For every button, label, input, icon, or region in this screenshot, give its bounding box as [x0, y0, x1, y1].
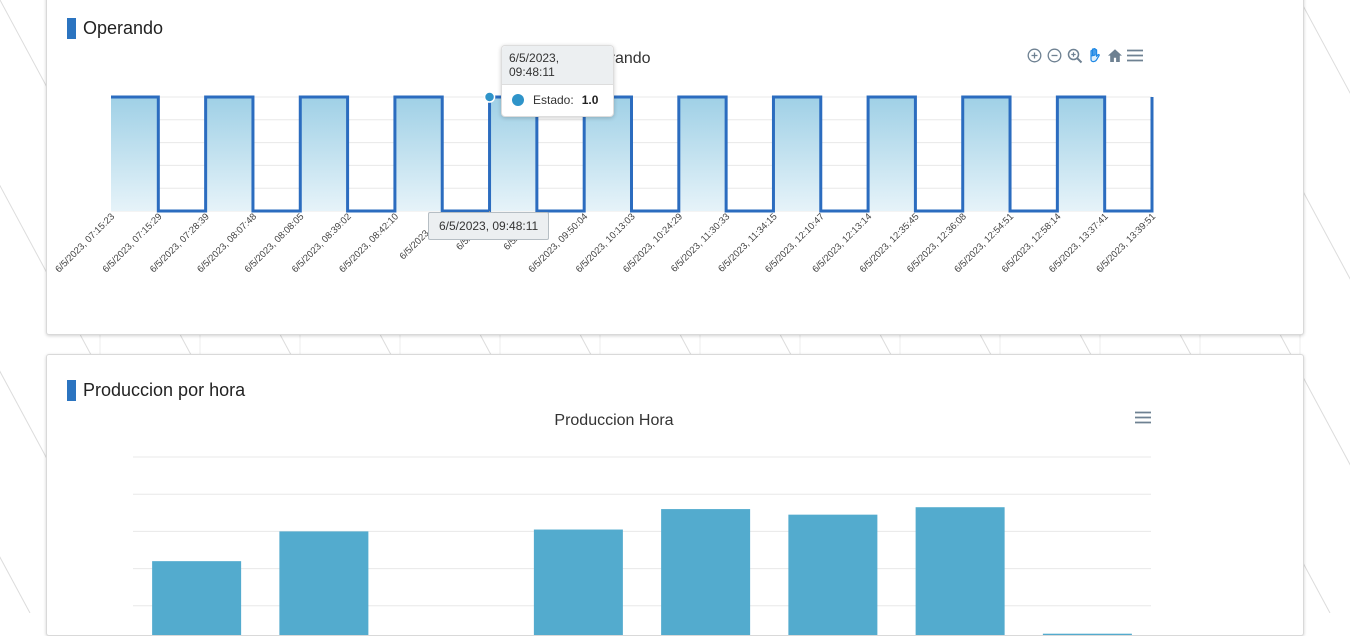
tooltip-value: 1.0 — [581, 93, 599, 107]
menu-icon[interactable] — [1134, 409, 1151, 426]
bar-mark — [152, 561, 242, 635]
data-tooltip: 6/5/2023, 09:48:11 Estado: 1.0 — [501, 45, 614, 117]
bar-mark — [661, 509, 751, 635]
bar-mark — [533, 529, 623, 635]
hover-point-marker — [483, 91, 496, 103]
produccion-card: Produccion por hora Produccion Hora — [46, 354, 1304, 636]
reset-home-icon[interactable] — [1106, 47, 1123, 64]
produccion-chart[interactable]: Produccion Hora — [47, 355, 1303, 635]
tooltip-row: Estado: 1.0 — [502, 85, 613, 116]
operando-card: Operando Operando 6/5/2023, 07:15:23 6/5/2… — [46, 0, 1304, 335]
chart-toolbar — [1026, 47, 1143, 64]
chart-toolbar-2 — [1134, 409, 1151, 426]
pan-hand-icon[interactable] — [1086, 47, 1103, 64]
tooltip-series-label: Estado: — [533, 93, 574, 107]
bar-mark — [915, 507, 1005, 635]
zoom-out-icon[interactable] — [1046, 47, 1063, 64]
series-marker-icon — [512, 94, 524, 106]
menu-icon[interactable] — [1126, 47, 1143, 64]
zoom-in-icon[interactable] — [1026, 47, 1043, 64]
bar-mark — [279, 531, 369, 635]
produccion-chart-title: Produccion Hora — [554, 412, 673, 429]
x-axis-tooltip: 6/5/2023, 09:48:11 — [428, 212, 550, 240]
bar-mark — [1042, 633, 1132, 635]
selection-zoom-icon[interactable] — [1066, 47, 1083, 64]
tooltip-header: 6/5/2023, 09:48:11 — [502, 46, 613, 85]
bar-mark — [788, 514, 878, 635]
